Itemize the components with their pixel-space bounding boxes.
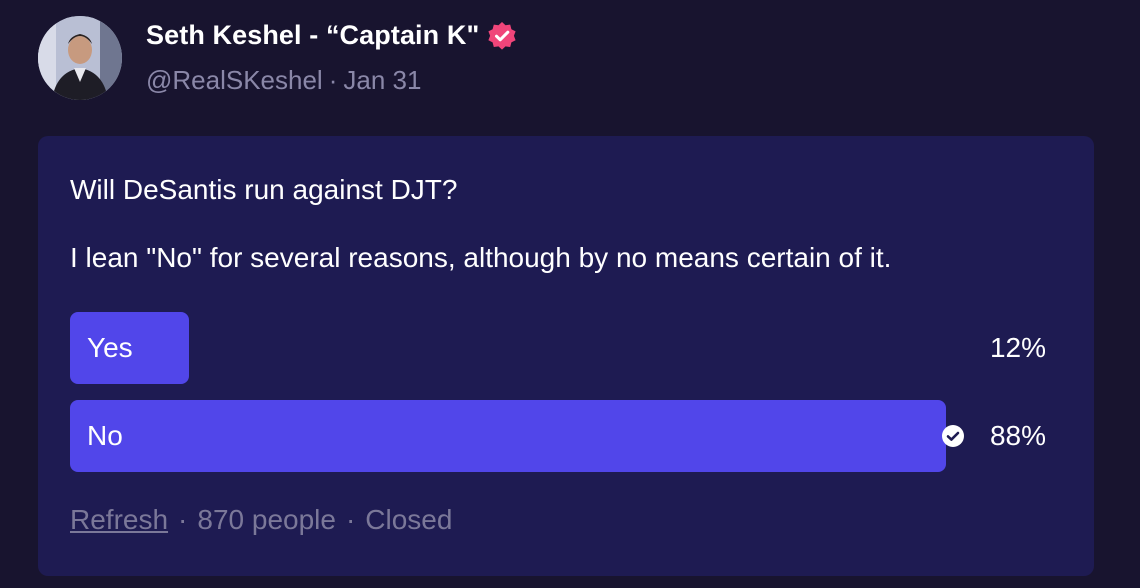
poll-bar bbox=[70, 400, 946, 472]
author-info: Seth Keshel - “Captain K" @RealSKeshel · J… bbox=[146, 16, 517, 96]
avatar[interactable] bbox=[38, 16, 122, 100]
handle-row: @RealSKeshel · Jan 31 bbox=[146, 65, 517, 96]
display-name[interactable]: Seth Keshel - “Captain K" bbox=[146, 20, 479, 51]
poll-footer: Refresh · 870 people · Closed bbox=[70, 504, 452, 536]
post-header: Seth Keshel - “Captain K" @RealSKeshel · J… bbox=[38, 16, 517, 100]
voter-count: 870 people bbox=[197, 504, 336, 535]
poll-option-no[interactable]: No 88% bbox=[70, 400, 1046, 472]
display-name-row: Seth Keshel - “Captain K" bbox=[146, 20, 517, 51]
check-circle-icon bbox=[941, 424, 965, 448]
separator: · bbox=[345, 504, 356, 535]
refresh-link[interactable]: Refresh bbox=[70, 504, 168, 535]
post-text-line: Will DeSantis run against DJT? bbox=[70, 174, 458, 205]
poll-status: Closed bbox=[365, 504, 453, 535]
poll-option-percent: 88% bbox=[989, 420, 1046, 451]
verified-badge-icon bbox=[487, 21, 517, 51]
poll-option-label: Yes bbox=[87, 332, 133, 363]
poll-option-percent: 12% bbox=[989, 332, 1046, 363]
poll-card: Will DeSantis run against DJT? I lean "N… bbox=[38, 136, 1094, 576]
post-date[interactable]: Jan 31 bbox=[343, 65, 421, 95]
poll-option-label: No bbox=[87, 420, 123, 451]
separator: · bbox=[178, 504, 188, 535]
handle[interactable]: @RealSKeshel bbox=[146, 65, 323, 95]
poll-option-yes[interactable]: Yes 12% bbox=[70, 312, 1046, 384]
avatar-image bbox=[38, 16, 122, 100]
separator: · bbox=[328, 65, 338, 95]
post-text-line: I lean "No" for several reasons, althoug… bbox=[70, 242, 892, 273]
